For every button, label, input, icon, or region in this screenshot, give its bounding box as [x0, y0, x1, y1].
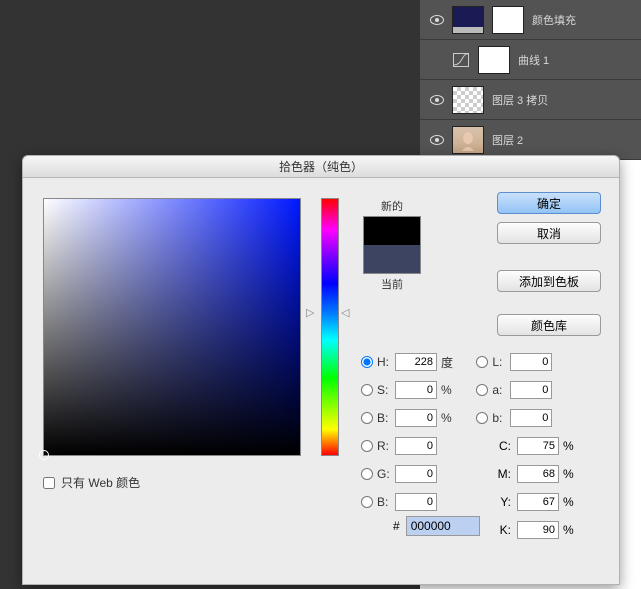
sv-cursor [39, 450, 49, 460]
layers-panel: 颜色填充 曲线 1 图层 3 拷贝 图层 2 [420, 0, 641, 160]
layer-row-curves[interactable]: 曲线 1 [420, 40, 641, 80]
layer-thumb-fill [452, 6, 484, 34]
cancel-button[interactable]: 取消 [497, 222, 601, 244]
visibility-icon[interactable] [430, 13, 444, 27]
hue-slider-arrow-left-icon: ▷ [306, 306, 314, 319]
saturation-value-field[interactable] [43, 198, 301, 456]
a-radio[interactable] [476, 384, 488, 396]
bri-input[interactable] [395, 409, 437, 427]
lab-b-radio[interactable] [476, 412, 488, 424]
b-radio[interactable] [361, 496, 373, 508]
l-radio[interactable] [476, 356, 488, 368]
visibility-icon[interactable] [430, 93, 444, 107]
sat-radio[interactable] [361, 384, 373, 396]
new-color-swatch[interactable] [364, 217, 420, 245]
hex-label: # [393, 519, 400, 533]
l-input[interactable] [510, 353, 552, 371]
web-colors-only-input[interactable] [43, 477, 55, 489]
y-input[interactable] [517, 493, 559, 511]
layer-thumb-mask [478, 46, 510, 74]
layer-thumb [452, 126, 484, 154]
hue-input[interactable] [395, 353, 437, 371]
layer-name: 图层 2 [492, 132, 637, 148]
current-color-label: 当前 [363, 276, 421, 292]
new-color-label: 新的 [363, 198, 421, 214]
layer-row-2[interactable]: 图层 2 [420, 120, 641, 160]
visibility-icon[interactable] [430, 53, 444, 67]
cmyk-fields: C:% M:% Y:% K:% [493, 432, 581, 544]
hue-slider[interactable] [321, 198, 339, 456]
g-radio[interactable] [361, 468, 373, 480]
layer-name: 曲线 1 [518, 52, 637, 68]
color-swatches: 新的 当前 [363, 198, 421, 294]
k-input[interactable] [517, 521, 559, 539]
layer-row-3[interactable]: 图层 3 拷贝 [420, 80, 641, 120]
g-input[interactable] [395, 465, 437, 483]
layer-thumb [452, 86, 484, 114]
r-radio[interactable] [361, 440, 373, 452]
hue-radio[interactable] [361, 356, 373, 368]
m-input[interactable] [517, 465, 559, 483]
r-input[interactable] [395, 437, 437, 455]
layer-row-fill[interactable]: 颜色填充 [420, 0, 641, 40]
layer-thumb-mask [492, 6, 524, 34]
ok-button[interactable]: 确定 [497, 192, 601, 214]
dialog-title: 拾色器（纯色） [23, 156, 619, 178]
b-input[interactable] [395, 493, 437, 511]
layer-name: 颜色填充 [532, 12, 637, 28]
current-color-swatch[interactable] [364, 245, 420, 273]
a-input[interactable] [510, 381, 552, 399]
hex-input[interactable] [406, 516, 480, 536]
color-picker-dialog: 拾色器（纯色） ▷ ◁ 新的 当前 确定 取消 添加到色板 颜色库 只有 Web… [22, 155, 620, 585]
lab-b-input[interactable] [510, 409, 552, 427]
hue-slider-arrow-right-icon: ◁ [341, 306, 349, 319]
color-libraries-button[interactable]: 颜色库 [497, 314, 601, 336]
web-colors-only-checkbox[interactable]: 只有 Web 颜色 [43, 474, 140, 491]
add-to-swatches-button[interactable]: 添加到色板 [497, 270, 601, 292]
visibility-icon[interactable] [430, 133, 444, 147]
sat-input[interactable] [395, 381, 437, 399]
c-input[interactable] [517, 437, 559, 455]
layer-name: 图层 3 拷贝 [492, 92, 637, 108]
curves-icon [452, 52, 470, 68]
web-colors-only-label: 只有 Web 颜色 [61, 474, 140, 491]
bri-radio[interactable] [361, 412, 373, 424]
